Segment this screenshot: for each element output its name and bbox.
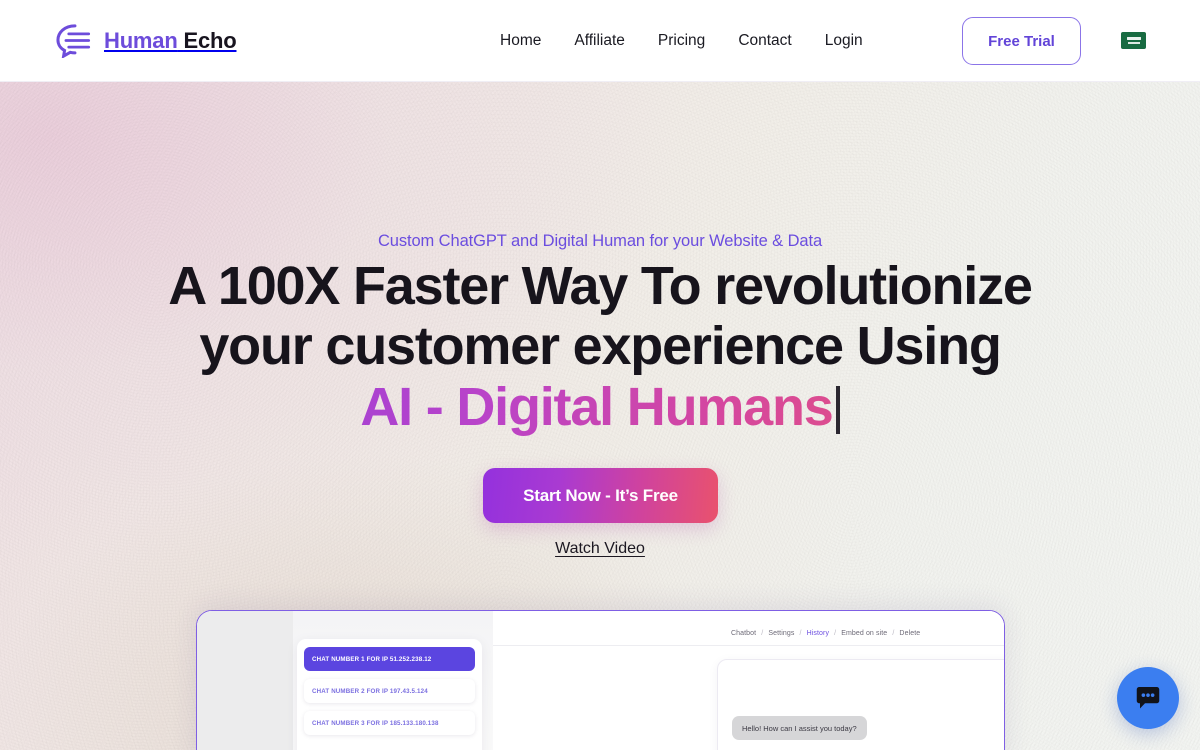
mockup-main-panel: Chatbot / Settings / History / Embed on … [493, 611, 1004, 750]
nav-item-pricing[interactable]: Pricing [658, 32, 705, 50]
chat-message-bot: Hello! How can I assist you today? [732, 716, 867, 740]
watch-video-link[interactable]: Watch Video [0, 540, 1200, 558]
main-nav: Home Affiliate Pricing Contact Login [500, 32, 863, 50]
page-root: Human Echo Home Affiliate Pricing Contac… [0, 0, 1200, 750]
nav-item-login[interactable]: Login [825, 32, 863, 50]
breadcrumb-separator: / [892, 630, 895, 637]
nav-item-contact[interactable]: Contact [738, 32, 791, 50]
breadcrumb-separator: / [834, 630, 837, 637]
chat-bubble-dots-icon [1136, 687, 1160, 709]
page-title: A 100X Faster Way To revolutionize your … [100, 256, 1100, 437]
chat-widget-button[interactable] [1117, 667, 1179, 729]
chat-bubble-lines-icon [56, 23, 91, 58]
breadcrumb-separator: / [761, 630, 764, 637]
breadcrumb-item-history[interactable]: History [807, 630, 829, 637]
saudi-arabia-flag-icon[interactable] [1121, 32, 1146, 49]
hero-eyebrow: Custom ChatGPT and Digital Human for you… [377, 232, 823, 250]
breadcrumb-item-embed-on-site[interactable]: Embed on site [841, 630, 887, 637]
brand-name-second: Echo [183, 27, 237, 53]
start-now-button[interactable]: Start Now - It’s Free [483, 468, 718, 523]
breadcrumb-item-delete[interactable]: Delete [899, 630, 920, 637]
flag-sword [1127, 42, 1140, 44]
breadcrumb-item-settings[interactable]: Settings [768, 630, 794, 637]
dashboard-mockup: CHAT NUMBER 1 FOR IP 51.252.238.12 CHAT … [196, 610, 1005, 750]
mockup-left-rail [197, 611, 293, 750]
headline-accent-text: AI - Digital Humans [360, 377, 833, 437]
mockup-divider [493, 645, 1004, 646]
nav-item-affiliate[interactable]: Affiliate [574, 32, 625, 50]
typing-caret [835, 386, 840, 434]
brand-logo[interactable]: Human Echo [55, 23, 237, 58]
mockup-conversation-panel: hi Hello! How can I assist you today? [717, 659, 1004, 750]
list-item[interactable]: CHAT NUMBER 1 FOR IP 51.252.238.12 [304, 647, 475, 671]
free-trial-button[interactable]: Free Trial [962, 17, 1081, 65]
headline-line-1: A 100X Faster Way To revolutionize [168, 256, 1033, 316]
breadcrumb-item-chatbot[interactable]: Chatbot [731, 630, 756, 637]
flag-script [1126, 37, 1141, 41]
headline-line-2: your customer experience Using [199, 316, 1001, 376]
nav-item-home[interactable]: Home [500, 32, 541, 50]
headline-accent: AI - Digital Humans [100, 377, 1100, 437]
list-item[interactable]: CHAT NUMBER 2 FOR IP 197.43.5.124 [304, 679, 475, 703]
list-item[interactable]: CHAT NUMBER 3 FOR IP 185.133.180.138 [304, 711, 475, 735]
breadcrumb-separator: / [799, 630, 802, 637]
breadcrumb: Chatbot / Settings / History / Embed on … [731, 630, 920, 637]
brand-name-first: Human [104, 27, 178, 53]
mockup-chat-list: CHAT NUMBER 1 FOR IP 51.252.238.12 CHAT … [297, 639, 482, 750]
site-header: Human Echo Home Affiliate Pricing Contac… [0, 0, 1200, 82]
brand-name: Human Echo [104, 27, 237, 54]
